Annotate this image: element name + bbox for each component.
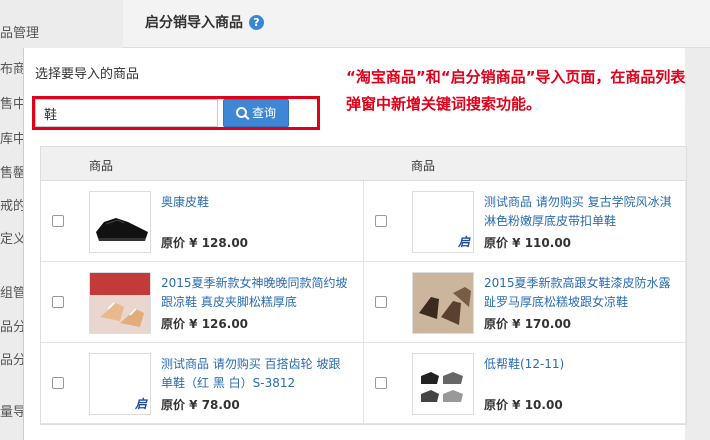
question-circle-icon[interactable]: ? bbox=[249, 15, 264, 30]
brand-logo: 启 bbox=[457, 235, 470, 249]
product-name-link[interactable]: 测试商品 请勿购买 百搭齿轮 坡跟单鞋（红 黑 白）S-3812 bbox=[161, 355, 349, 393]
product-name-link[interactable]: 低帮鞋(12-11) bbox=[484, 355, 672, 374]
page-title-text: 启分销导入商品 bbox=[145, 15, 243, 31]
select-checkbox[interactable] bbox=[375, 377, 387, 389]
brand-logo: 启 bbox=[134, 397, 147, 411]
product-cell: 启 测试商品 请勿购买 百搭齿轮 坡跟单鞋（红 黑 白）S-3812 原价 ¥ … bbox=[41, 343, 363, 424]
column-header: 商品 bbox=[411, 159, 436, 173]
select-checkbox[interactable] bbox=[52, 377, 64, 389]
product-thumbnail bbox=[89, 191, 151, 253]
product-price: 原价 ¥ 78.00 bbox=[161, 398, 240, 412]
product-cell: 低帮鞋(12-11) 原价 ¥ 10.00 bbox=[363, 343, 685, 424]
table-row: 奥康皮鞋 原价 ¥ 128.00 启 测试商品 请勿购买 复古学院风冰淇淋色粉嫩… bbox=[41, 181, 686, 262]
table-header: 商品 商品 bbox=[41, 147, 686, 181]
annotation-note: “淘宝商品”和“启分销商品”导入页面，在商品列表弹窗中新增关键词搜索功能。 bbox=[346, 68, 686, 113]
sidebar-item[interactable]: 品管理 bbox=[0, 22, 39, 41]
product-thumbnail: 启 bbox=[412, 191, 474, 253]
product-cell: 启 测试商品 请勿购买 复古学院风冰淇淋色粉嫩厚底皮带扣单鞋 原价 ¥ 110.… bbox=[363, 181, 685, 262]
product-price: 原价 ¥ 126.00 bbox=[161, 317, 249, 331]
page-title: 启分销导入商品? bbox=[145, 12, 264, 32]
product-thumbnail bbox=[89, 272, 151, 334]
product-price: 原价 ¥ 128.00 bbox=[161, 236, 249, 250]
modal-title: 选择要导入的商品 bbox=[35, 67, 140, 82]
search-icon bbox=[235, 107, 247, 118]
product-price: 原价 ¥ 170.00 bbox=[484, 317, 572, 331]
product-price: 原价 ¥ 10.00 bbox=[484, 398, 563, 412]
product-select-modal: 选择要导入的商品 “淘宝商品”和“启分销商品”导入页面，在商品列表弹窗中新增关键… bbox=[23, 48, 687, 440]
product-name-link[interactable]: 奥康皮鞋 bbox=[161, 193, 349, 212]
table-row: 2015夏季新款女神晚晚同款简约坡跟凉鞋 真皮夹脚松糕厚底 原价 ¥ 126.0… bbox=[41, 262, 686, 343]
product-thumbnail bbox=[412, 272, 474, 334]
column-header: 商品 bbox=[89, 159, 114, 173]
select-checkbox[interactable] bbox=[375, 215, 387, 227]
product-cell: 奥康皮鞋 原价 ¥ 128.00 bbox=[41, 181, 363, 262]
product-table: 商品 商品 奥康皮鞋 原价 ¥ 128.00 启 测试商品 请勿购买 复古学院风… bbox=[40, 146, 687, 425]
product-cell: 2015夏季新款高跟女鞋漆皮防水露趾罗马厚底松糕坡跟女凉鞋 原价 ¥ 170.0… bbox=[363, 262, 685, 343]
select-checkbox[interactable] bbox=[52, 296, 64, 308]
select-checkbox[interactable] bbox=[52, 215, 64, 227]
product-name-link[interactable]: 2015夏季新款高跟女鞋漆皮防水露趾罗马厚底松糕坡跟女凉鞋 bbox=[484, 274, 672, 312]
select-checkbox[interactable] bbox=[375, 296, 387, 308]
product-cell: 2015夏季新款女神晚晚同款简约坡跟凉鞋 真皮夹脚松糕厚底 原价 ¥ 126.0… bbox=[41, 262, 363, 343]
search-button-label: 查询 bbox=[251, 106, 276, 120]
product-price: 原价 ¥ 110.00 bbox=[484, 236, 572, 250]
product-thumbnail bbox=[412, 353, 474, 415]
search-input[interactable] bbox=[35, 99, 218, 127]
product-name-link[interactable]: 2015夏季新款女神晚晚同款简约坡跟凉鞋 真皮夹脚松糕厚底 bbox=[161, 274, 349, 312]
table-row: 启 测试商品 请勿购买 百搭齿轮 坡跟单鞋（红 黑 白）S-3812 原价 ¥ … bbox=[41, 343, 686, 424]
search-button[interactable]: 查询 bbox=[223, 99, 289, 127]
product-name-link[interactable]: 测试商品 请勿购买 复古学院风冰淇淋色粉嫩厚底皮带扣单鞋 bbox=[484, 193, 672, 231]
product-thumbnail: 启 bbox=[89, 353, 151, 415]
